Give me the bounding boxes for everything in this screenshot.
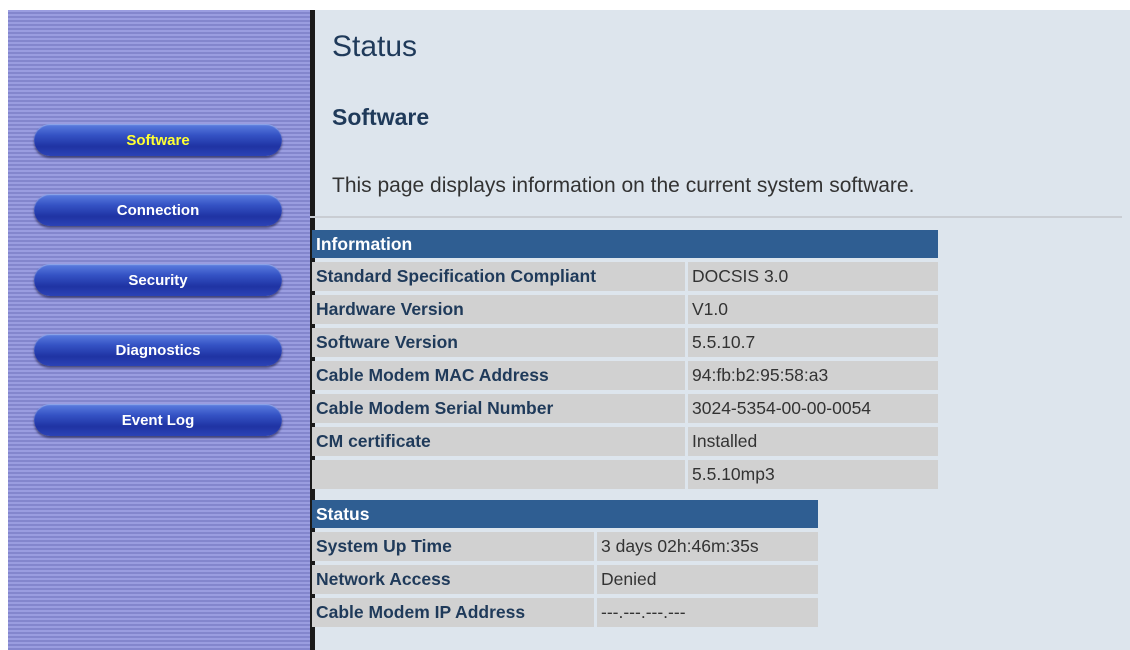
page-description: This page displays information on the cu… [332,174,915,197]
info-value: 94:fb:b2:95:58:a3 [685,361,938,390]
status-label: System Up Time [312,532,594,561]
nav-button-software[interactable]: Software [34,124,282,156]
status-header-row: Status [312,500,818,528]
info-value: 5.5.10mp3 [685,460,938,489]
table-row: Cable Modem IP Address ---.---.---.--- [312,598,818,627]
nav-button-security[interactable]: Security [34,264,282,296]
info-value: Installed [685,427,938,456]
sidebar: Software Connection Security Diagnostics… [8,10,310,650]
nav-button-connection[interactable]: Connection [34,194,282,226]
info-label: Cable Modem Serial Number [312,394,685,423]
page-subtitle: Software [332,104,430,130]
info-label: Hardware Version [312,295,685,324]
status-value: 3 days 02h:46m:35s [594,532,818,561]
info-label [312,460,685,489]
status-table: Status System Up Time 3 days 02h:46m:35s… [312,496,818,631]
table-row: Software Version 5.5.10.7 [312,328,938,357]
info-label: Standard Specification Compliant [312,262,685,291]
status-label: Cable Modem IP Address [312,598,594,627]
page-title: Status [332,30,418,63]
info-label: CM certificate [312,427,685,456]
table-row: System Up Time 3 days 02h:46m:35s [312,532,818,561]
info-value: DOCSIS 3.0 [685,262,938,291]
status-label: Network Access [312,565,594,594]
table-row: CM certificate Installed [312,427,938,456]
information-header-row: Information [312,230,938,258]
information-table: Information Standard Specification Compl… [312,226,938,493]
status-value: Denied [594,565,818,594]
info-label: Software Version [312,328,685,357]
status-header: Status [312,500,818,528]
nav-button-diagnostics[interactable]: Diagnostics [34,334,282,366]
info-value: 5.5.10.7 [685,328,938,357]
status-value: ---.---.---.--- [594,598,818,627]
table-row: 5.5.10mp3 [312,460,938,489]
table-row: Cable Modem MAC Address 94:fb:b2:95:58:a… [312,361,938,390]
table-row: Hardware Version V1.0 [312,295,938,324]
nav-button-event-log[interactable]: Event Log [34,404,282,436]
horizontal-rule [310,216,1122,218]
table-row: Network Access Denied [312,565,818,594]
table-row: Cable Modem Serial Number 3024-5354-00-0… [312,394,938,423]
info-label: Cable Modem MAC Address [312,361,685,390]
info-value: V1.0 [685,295,938,324]
info-value: 3024-5354-00-00-0054 [685,394,938,423]
information-header: Information [312,230,938,258]
table-row: Standard Specification Compliant DOCSIS … [312,262,938,291]
